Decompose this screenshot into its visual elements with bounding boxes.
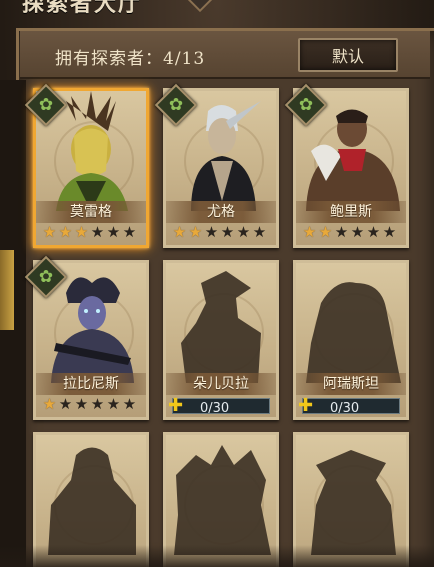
portrait-silhouette [48, 447, 136, 555]
star-filled-icon: ★ [302, 223, 317, 241]
default-sort-button[interactable]: 默认 [298, 38, 398, 72]
shard-count: 0/30 [200, 401, 230, 416]
puzzle-piece-icon: ✚ [168, 395, 184, 416]
star-empty-icon: ★ [236, 223, 251, 241]
side-tab-highlight[interactable] [0, 250, 14, 330]
bottom-fade [0, 545, 434, 567]
explorer-card[interactable]: 朵儿贝拉 ✚ 0/30 [163, 260, 279, 420]
star-empty-icon: ★ [90, 223, 105, 241]
portrait-silhouette [181, 271, 261, 383]
card-name: 阿瑞斯坦 [296, 373, 406, 395]
star-empty-icon: ★ [204, 223, 219, 241]
star-rating: ★ ★ ★ ★ ★ ★ [42, 397, 137, 414]
star-empty-icon: ★ [106, 223, 121, 241]
star-filled-icon: ★ [42, 223, 57, 241]
leaf-emblem-icon: ✿ [38, 95, 54, 115]
star-empty-icon: ★ [252, 223, 267, 241]
card-name: 鲍里斯 [296, 201, 406, 223]
portrait-silhouette [174, 445, 271, 555]
puzzle-piece-icon: ✚ [298, 395, 314, 416]
leaf-emblem-icon: ✿ [38, 267, 54, 287]
star-empty-icon: ★ [220, 223, 235, 241]
card-name: 朵儿贝拉 [166, 373, 276, 395]
star-filled-icon: ★ [42, 395, 57, 413]
star-empty-icon: ★ [350, 223, 365, 241]
star-filled-icon: ★ [74, 223, 89, 241]
owned-count-label: 拥有探索者：4/13 [55, 49, 206, 69]
star-rating: ★ ★ ★ ★ ★ ★ [302, 225, 397, 242]
portrait-silhouette [306, 282, 401, 383]
star-empty-icon: ★ [74, 395, 89, 413]
star-filled-icon: ★ [58, 223, 73, 241]
star-filled-icon: ★ [172, 223, 187, 241]
card-name: 尤格 [166, 201, 276, 223]
star-empty-icon: ★ [122, 395, 137, 413]
star-empty-icon: ★ [122, 223, 137, 241]
star-rating: ★ ★ ★ ★ ★ ★ [42, 225, 137, 242]
card-name: 拉比尼斯 [36, 373, 146, 395]
star-empty-icon: ★ [58, 395, 73, 413]
star-empty-icon: ★ [334, 223, 349, 241]
star-empty-icon: ★ [382, 223, 397, 241]
star-empty-icon: ★ [366, 223, 381, 241]
card-name: 莫雷格 [36, 201, 146, 223]
portrait-silhouette [311, 450, 396, 555]
screen-title: 探索者大厅 [22, 0, 143, 17]
star-empty-icon: ★ [106, 395, 121, 413]
leaf-emblem-icon: ✿ [168, 95, 184, 115]
star-filled-icon: ★ [318, 223, 333, 241]
star-filled-icon: ★ [188, 223, 203, 241]
star-rating: ★ ★ ★ ★ ★ ★ [172, 225, 267, 242]
leaf-emblem-icon: ✿ [298, 95, 314, 115]
explorer-card[interactable]: 阿瑞斯坦 ✚ 0/30 [293, 260, 409, 420]
star-empty-icon: ★ [90, 395, 105, 413]
shard-count: 0/30 [330, 401, 360, 416]
